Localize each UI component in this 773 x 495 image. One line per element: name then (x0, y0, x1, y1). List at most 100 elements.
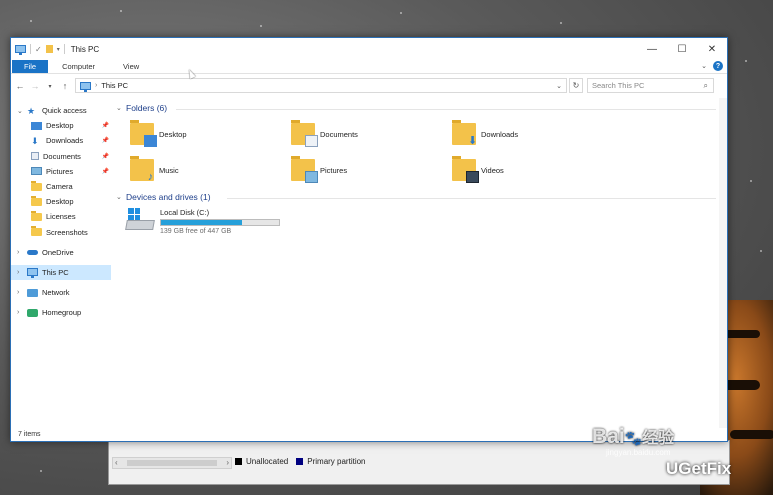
folder-tile-music[interactable]: ♪ Music (130, 156, 179, 183)
tab-file[interactable]: File (12, 60, 49, 73)
collapse-chevron-icon[interactable]: ⌄ (116, 104, 126, 112)
star-icon: ★ (27, 105, 36, 116)
ugetfix-watermark: UGetFix (666, 459, 732, 478)
horizontal-scrollbar[interactable]: ‹ › (112, 457, 232, 469)
scroll-left-icon[interactable]: ‹ (115, 458, 118, 468)
scroll-right-icon[interactable]: › (226, 458, 229, 468)
drive-usage-fill (161, 220, 243, 225)
quick-access-toolbar: ✓ ▾ (11, 44, 65, 55)
pin-icon: 📌 (101, 168, 109, 175)
folder-icon (31, 210, 42, 221)
folder-tile-pictures[interactable]: Pictures (291, 156, 347, 183)
expand-chevron-icon[interactable]: › (17, 289, 27, 296)
pictures-icon (31, 167, 42, 176)
content-pane: ⌄ Folders (6) Desktop Documents ⬇ Downlo… (114, 98, 719, 428)
sidebar-item-documents[interactable]: Documents 📌 (11, 149, 111, 164)
pin-icon: 📌 (101, 123, 109, 130)
legend-primary-partition: Primary partition (307, 457, 366, 466)
this-pc-icon (27, 268, 38, 279)
sidebar-item-camera[interactable]: Camera (11, 179, 111, 194)
documents-folder-icon (291, 120, 318, 147)
refresh-icon: ↻ (572, 81, 580, 90)
sidebar-item-downloads[interactable]: ⬇ Downloads 📌 (11, 133, 111, 148)
tab-computer[interactable]: Computer (48, 60, 109, 73)
close-button[interactable]: ✕ (697, 38, 727, 60)
sidebar-item-desktop-folder[interactable]: Desktop (11, 194, 111, 209)
back-arrow-icon[interactable]: ← (14, 81, 26, 91)
baidu-watermark: Bai🐾经验 (592, 425, 675, 448)
sidebar-item-label: Desktop (46, 121, 74, 131)
folder-icon (31, 195, 42, 206)
window-title: This PC (70, 44, 100, 54)
expand-chevron-icon[interactable]: › (17, 249, 27, 256)
sidebar-item-network[interactable]: › Network (11, 285, 111, 300)
maximize-button[interactable]: ☐ (667, 38, 697, 60)
homegroup-icon (27, 308, 38, 317)
folder-tile-documents[interactable]: Documents (291, 120, 358, 147)
folder-tile-downloads[interactable]: ⬇ Downloads (452, 120, 518, 147)
address-text[interactable]: This PC (101, 81, 128, 90)
search-input[interactable]: Search This PC ⌕ (587, 78, 714, 93)
drives-group-header[interactable]: ⌄ Devices and drives (1) (116, 192, 211, 202)
title-bar[interactable]: ✓ ▾ This PC — ☐ ✕ (11, 38, 727, 60)
expand-ribbon-icon[interactable]: ⌄ (701, 62, 707, 70)
sidebar-item-label: Quick access (42, 106, 87, 116)
tab-view[interactable]: View (109, 60, 153, 73)
vertical-scrollbar[interactable] (719, 98, 727, 428)
folder-label: Documents (320, 129, 358, 139)
collapse-chevron-icon[interactable]: ⌄ (116, 193, 126, 201)
unallocated-swatch (235, 458, 242, 465)
downloads-icon: ⬇ (31, 135, 39, 146)
sidebar-item-homegroup[interactable]: › Homegroup (11, 305, 111, 320)
sidebar-item-label: Downloads (46, 136, 84, 146)
hard-drive-icon (125, 208, 155, 232)
breadcrumb-chevron-icon[interactable]: › (95, 82, 97, 89)
sidebar-item-screenshots[interactable]: Screenshots (11, 225, 111, 240)
customize-toolbar-icon[interactable]: ▾ (57, 46, 60, 53)
scrollbar-thumb[interactable] (127, 460, 217, 466)
folder-tile-videos[interactable]: Videos (452, 156, 504, 183)
properties-icon[interactable]: ✓ (35, 45, 42, 54)
folders-group-header[interactable]: ⌄ Folders (6) (116, 103, 167, 113)
sidebar-item-this-pc[interactable]: › This PC (11, 264, 111, 281)
desktop-icon (31, 121, 42, 130)
sidebar-item-label: Licenses (46, 212, 76, 222)
folder-label: Videos (481, 165, 504, 175)
navigation-bar: ← → ▾ ↑ › This PC ⌄ ↻ Search This PC ⌕ (11, 77, 727, 95)
sidebar-item-quick-access[interactable]: ⌄ ★ Quick access (11, 103, 111, 118)
folder-tile-desktop[interactable]: Desktop (130, 120, 187, 147)
sidebar-item-label: Desktop (46, 197, 74, 207)
address-bar[interactable]: › This PC ⌄ (75, 78, 567, 93)
new-folder-icon[interactable] (45, 45, 53, 53)
expand-chevron-icon[interactable]: ⌄ (17, 107, 27, 115)
drive-usage-bar (160, 219, 280, 226)
forward-arrow-icon[interactable]: → (29, 81, 41, 91)
sidebar-item-label: Documents (43, 151, 81, 161)
sidebar-item-label: Homegroup (42, 308, 82, 318)
cloud-icon (27, 249, 38, 255)
recent-locations-icon[interactable]: ▾ (44, 83, 56, 90)
expand-chevron-icon[interactable]: › (17, 269, 27, 276)
file-explorer-window[interactable]: ✓ ▾ This PC — ☐ ✕ File Computer View ⌄ ?… (10, 37, 728, 442)
primary-partition-swatch (296, 458, 304, 465)
partition-legend: Unallocated Primary partition (235, 457, 366, 466)
refresh-button[interactable]: ↻ (569, 78, 583, 93)
drive-free-space: 139 GB free of 447 GB (160, 228, 232, 235)
expand-chevron-icon[interactable]: › (17, 309, 27, 316)
legend-unallocated: Unallocated (246, 457, 289, 466)
sidebar-item-licenses[interactable]: Licenses (11, 209, 111, 224)
address-dropdown-icon[interactable]: ⌄ (556, 82, 562, 90)
sidebar-item-label: Screenshots (46, 227, 88, 237)
network-icon (27, 288, 38, 297)
this-pc-icon (80, 81, 91, 92)
help-icon[interactable]: ? (713, 61, 723, 71)
up-arrow-icon[interactable]: ↑ (59, 81, 71, 91)
sidebar-item-desktop[interactable]: Desktop 📌 (11, 118, 111, 133)
sidebar-item-onedrive[interactable]: › OneDrive (11, 245, 111, 260)
drive-tile-local-disk-c[interactable]: Local Disk (C:) 139 GB free of 447 GB (125, 208, 280, 235)
this-pc-icon (15, 45, 26, 55)
minimize-button[interactable]: — (637, 38, 667, 60)
pin-icon: 📌 (101, 138, 109, 145)
sidebar-item-label: Network (42, 288, 70, 298)
sidebar-item-pictures[interactable]: Pictures 📌 (11, 164, 111, 179)
